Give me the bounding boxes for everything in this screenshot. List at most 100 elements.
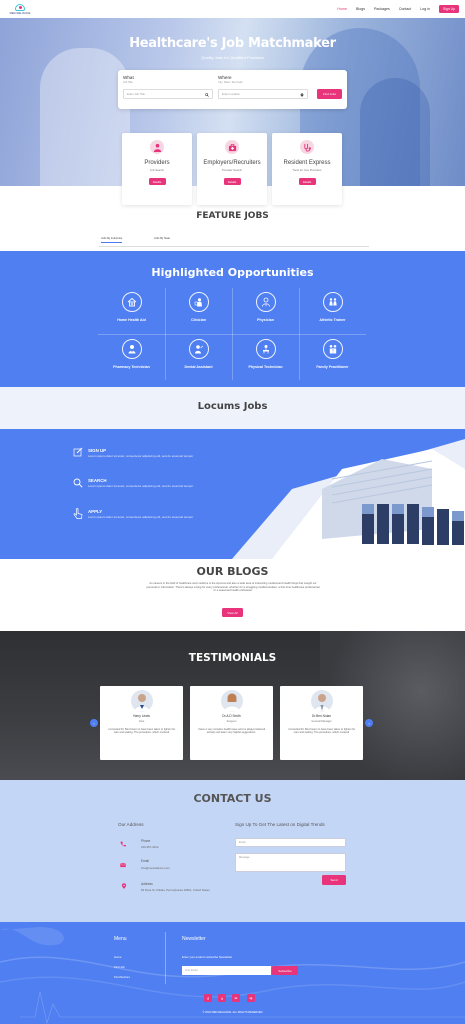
footer-menu-heading: Menu [114, 936, 127, 942]
athletic-trainer-icon [322, 292, 343, 312]
opportunity-pharmacy-technician[interactable]: Pharmacy Technician [98, 335, 165, 380]
card-title: Resident Express [283, 160, 331, 166]
footer-link-find-doctors[interactable]: Find Doctors [114, 975, 130, 979]
instagram-icon[interactable]: ig [247, 994, 255, 1002]
opportunity-label: Clinician [191, 318, 206, 322]
email-label: Email [141, 859, 149, 863]
email-icon [120, 863, 126, 868]
nav-packages[interactable]: Packages [374, 7, 390, 11]
where-label: Where [218, 75, 232, 80]
footer-link-find-job[interactable]: Find Job [114, 965, 125, 969]
phone-value: 310-457-3412, [141, 845, 160, 849]
opportunity-label: Dental Assistant [184, 365, 213, 369]
nav-contact[interactable]: Contact [399, 7, 411, 11]
opportunity-clinician[interactable]: Clinician [165, 288, 232, 333]
address-label: Address [141, 882, 153, 886]
pharmacy-icon [121, 339, 142, 359]
newsletter-heading: Sign Up To Get The Latest on Digital Tre… [235, 822, 325, 827]
opportunity-dental-assistant[interactable]: Dental Assistant [165, 335, 232, 380]
pointer-hand-icon [73, 508, 83, 519]
what-hint: Job Title [123, 81, 133, 84]
facebook-icon[interactable]: f [204, 994, 212, 1002]
physician-icon [255, 292, 276, 312]
dental-icon [188, 339, 209, 359]
next-arrow-icon[interactable]: › [365, 719, 373, 727]
testimonial-text: I have a very complex health issue and n… [197, 728, 266, 735]
contact-email-input[interactable]: Email [235, 838, 346, 847]
card-desc: Job Search [149, 168, 165, 172]
resident-details-button[interactable]: Details [298, 178, 316, 185]
opportunity-label: Athletic Trainer [319, 318, 346, 322]
briefcase-icon [225, 140, 239, 154]
find-jobs-button[interactable]: Find Jobs [317, 89, 342, 99]
tab-jobs-by-industries[interactable]: Jobs By Industries [101, 237, 123, 243]
signup-button[interactable]: Sign Up [439, 5, 459, 13]
locums-steps-section [0, 429, 465, 559]
step-title-search: SEARCH [88, 478, 107, 483]
logo[interactable]: MED-RELIANCE [6, 3, 34, 15]
opportunity-label: Physician [257, 318, 274, 322]
testimonial-name: Dr.A.D Smith [222, 714, 241, 718]
send-button[interactable]: Send [322, 875, 346, 885]
testimonial-name: Harry Lewis [133, 714, 150, 718]
employers-card: Employers/Recruiters Provider Search Det… [197, 133, 267, 205]
where-hint: City, State / Zip Code [218, 81, 243, 84]
subscribe-button[interactable]: Subscribe [272, 966, 298, 975]
hero-title: Healthcare's Job Matchmaker [129, 36, 336, 51]
location-input[interactable]: Enter Location [218, 89, 308, 99]
twitter-icon[interactable]: t [218, 994, 226, 1002]
opportunity-family-practitioner[interactable]: Family Practitioner [299, 335, 366, 380]
opportunity-athletic-trainer[interactable]: Athletic Trainer [299, 288, 366, 333]
hospital-building-image [232, 439, 465, 559]
nav-login[interactable]: Log in [420, 7, 430, 11]
employers-details-button[interactable]: Details [223, 178, 241, 185]
blogs-intro-text: As careers in the field of healthcare an… [146, 582, 320, 593]
phone-icon [120, 841, 126, 847]
feature-jobs-title: FEATURE JOBS [196, 211, 269, 221]
nav-links: Home Blogs Packages Contact Log in Sign … [337, 5, 459, 13]
phone-label: Phone [141, 839, 151, 843]
edit-icon [73, 447, 83, 457]
what-label: What [123, 75, 134, 80]
opportunity-label: Family Practitioner [316, 365, 349, 369]
testimonial-role: General Manager [311, 720, 332, 723]
testimonial-text: I consulted Dr. Benzmann to have been ta… [287, 728, 356, 735]
resident-express-card: Resident Express Tools for new Providers… [272, 133, 342, 205]
hero-doctor-figure [360, 78, 430, 186]
prev-arrow-icon[interactable]: ‹ [90, 719, 98, 727]
providers-icon [150, 140, 164, 154]
contact-message-input[interactable]: Message [235, 853, 346, 872]
testimonial-card: Dr.Ben Nolan General Manager I consulted… [280, 686, 363, 760]
card-title: Providers [144, 160, 170, 166]
logo-heart-icon [15, 3, 25, 11]
hero-doctor-figure [40, 48, 130, 186]
nav-blogs[interactable]: Blogs [356, 7, 365, 11]
avatar [220, 690, 243, 712]
blogs-title: OUR BLOGS [196, 565, 269, 578]
providers-details-button[interactable]: Details [148, 178, 166, 185]
locums-title: Locums Jobs [197, 401, 268, 412]
opportunity-physician[interactable]: Physician [232, 288, 299, 333]
step-text: Lorem ipsum dolor sit amet, consectetur … [88, 484, 194, 488]
testimonial-text: I consulted Dr. Benzmann to have been ta… [107, 728, 176, 735]
nav-home[interactable]: Home [337, 7, 347, 11]
search-icon [205, 93, 209, 97]
clinician-icon [188, 292, 209, 312]
newsletter-text: Enter your email to subscribe Newsletter [182, 955, 233, 959]
linkedin-icon[interactable]: in [232, 994, 240, 1002]
newsletter-email-input[interactable]: Your Email [182, 966, 271, 975]
address-heading: Our Address [118, 822, 144, 827]
email-value[interactable]: info@medreliance.com [141, 866, 170, 871]
opportunity-label: Home Health Aid [117, 318, 146, 322]
top-nav: MED-RELIANCE Home Blogs Packages Contact… [0, 0, 465, 18]
opportunity-physical-technician[interactable]: Physical Technician [232, 335, 299, 380]
testimonial-card: Harry Lewis Care I consulted Dr. Benzman… [100, 686, 183, 760]
job-title-input[interactable]: Enter Job Title [123, 89, 213, 99]
contact-title: CONTACT US [193, 792, 272, 805]
tab-jobs-by-state[interactable]: Jobs By State [154, 237, 170, 240]
testimonials-title: TESTIMONIALS [188, 652, 277, 664]
opportunity-home-health-aid[interactable]: Home Health Aid [98, 288, 165, 333]
card-desc: Tools for new Providers [292, 168, 322, 172]
view-all-blogs-button[interactable]: View All [222, 608, 243, 617]
footer-link-home[interactable]: Home [114, 955, 121, 959]
